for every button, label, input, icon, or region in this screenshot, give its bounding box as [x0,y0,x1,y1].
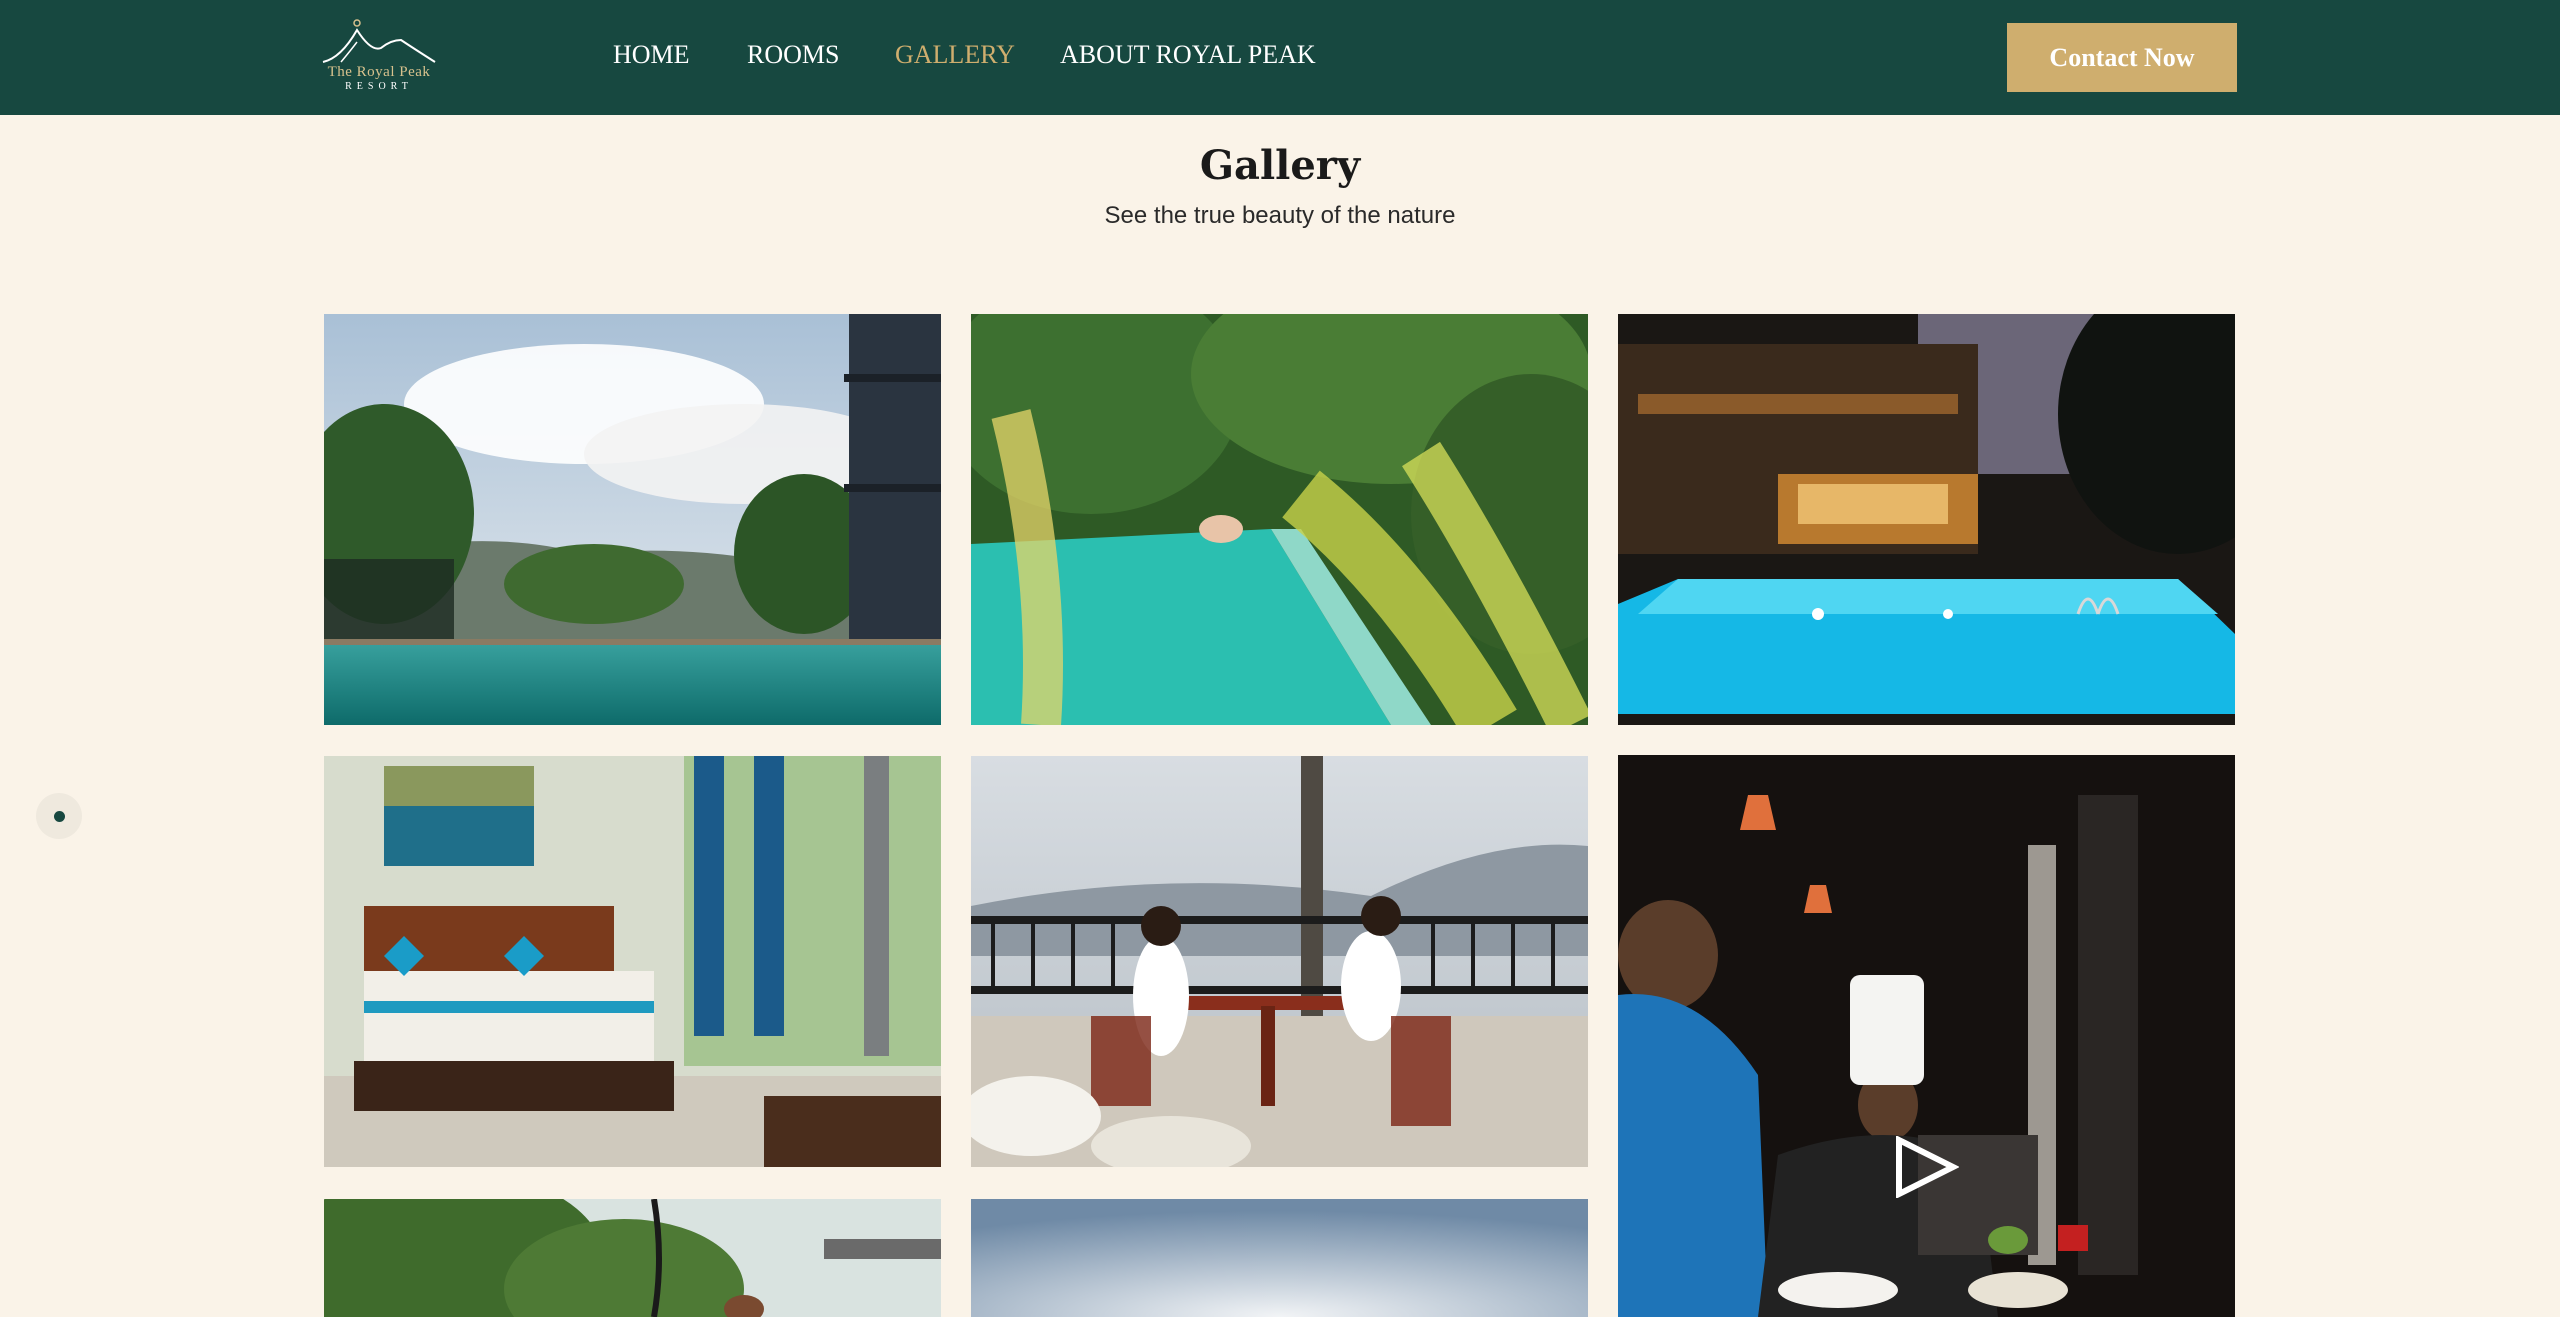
gallery-video-chef[interactable] [1618,755,2235,1317]
page-title: Gallery [1199,142,1361,189]
contact-now-button[interactable]: Contact Now [2007,23,2237,92]
gallery-photo-night-pool[interactable] [1618,314,2235,725]
logo-text-name: The Royal Peak [327,64,431,80]
nav-gallery[interactable]: GALLERY [895,40,1015,70]
play-icon[interactable] [1893,1136,1959,1198]
resort-logo[interactable]: The Royal Peak RESORT [321,18,437,96]
gallery-photo-jungle-pool[interactable] [971,314,1588,725]
gallery-photo-garden-terrace[interactable] [324,1199,941,1317]
gallery-photo-infinity-pool[interactable] [324,314,941,725]
scroll-indicator-icon[interactable] [36,793,82,839]
logo-text-resort: RESORT [345,81,413,92]
gallery-photo-misty-sky[interactable] [971,1199,1588,1317]
nav-rooms[interactable]: ROOMS [747,40,839,70]
nav-about-royal-peak[interactable]: ABOUT ROYAL PEAK [1060,40,1316,70]
gallery-photo-bedroom[interactable] [324,756,941,1167]
page-subtitle: See the true beauty of the nature [1104,202,1456,229]
gallery-photo-couple-breakfast[interactable] [971,756,1588,1167]
navbar: The Royal Peak RESORT HOME ROOMS GALLERY… [0,0,2560,115]
mountain-logo-icon [322,19,436,63]
nav-home[interactable]: HOME [613,40,690,70]
